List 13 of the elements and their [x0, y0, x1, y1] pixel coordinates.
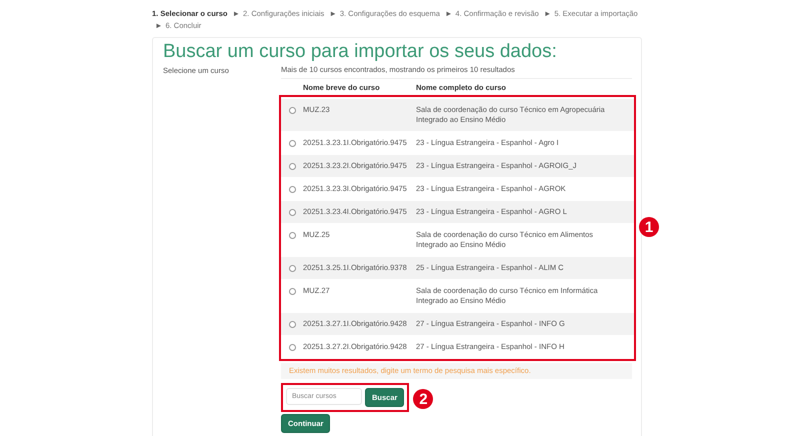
- radio-button[interactable]: [288, 163, 296, 170]
- callout-badge: 1: [639, 217, 659, 237]
- radio-button[interactable]: [288, 232, 296, 239]
- radio-button[interactable]: [288, 321, 296, 328]
- radio-button[interactable]: [288, 107, 296, 114]
- radio-button[interactable]: [288, 344, 296, 351]
- radio-button[interactable]: [288, 140, 296, 147]
- callout-badge: 2: [413, 389, 434, 409]
- page-heading: Buscar um curso para importar os seus dados:: [163, 42, 558, 62]
- radio-button[interactable]: [288, 288, 296, 295]
- radio-button[interactable]: [288, 186, 296, 193]
- radio-button[interactable]: [288, 209, 296, 216]
- radio-button[interactable]: [288, 265, 296, 272]
